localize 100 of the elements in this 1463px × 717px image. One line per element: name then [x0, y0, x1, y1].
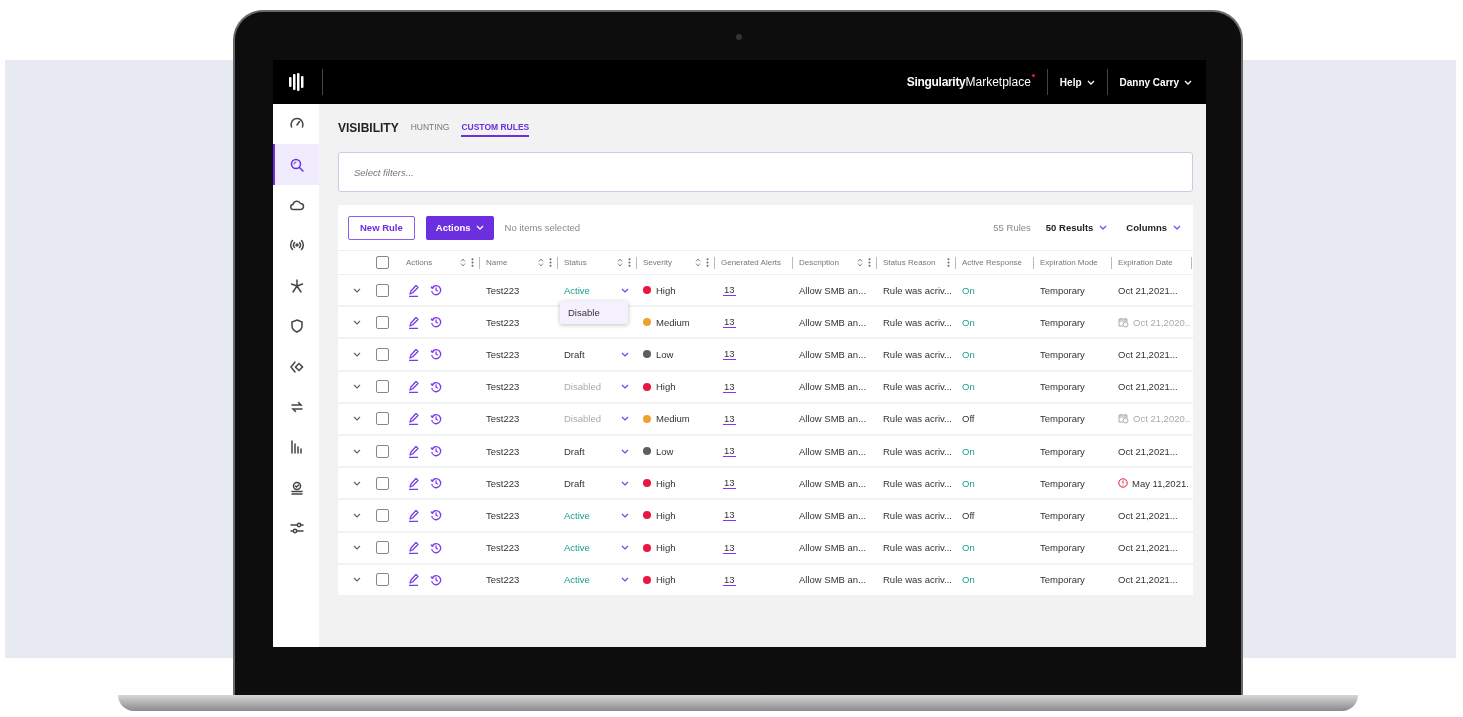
- expand-icon[interactable]: [353, 351, 361, 357]
- caret-icon[interactable]: [621, 512, 629, 518]
- caret-icon[interactable]: [621, 545, 629, 551]
- column-header[interactable]: Expiration Date: [1118, 258, 1173, 267]
- alerts-link[interactable]: 13: [723, 348, 736, 361]
- filter-field[interactable]: Select filters...: [338, 152, 1193, 192]
- table-cell: Allow SMB an...: [799, 542, 867, 554]
- history-icon[interactable]: [430, 573, 442, 586]
- alerts-link[interactable]: 13: [723, 477, 736, 490]
- expand-icon[interactable]: [353, 287, 361, 293]
- column-header[interactable]: Severity: [643, 258, 672, 267]
- history-icon[interactable]: [430, 348, 442, 361]
- history-icon[interactable]: [430, 541, 442, 554]
- row-checkbox[interactable]: [376, 476, 389, 490]
- pencil-icon[interactable]: [408, 347, 420, 361]
- caret-icon[interactable]: [621, 480, 629, 486]
- expand-icon[interactable]: [353, 480, 361, 486]
- expand-icon[interactable]: [353, 545, 361, 551]
- row-checkbox[interactable]: [376, 380, 389, 394]
- sort-icon[interactable]: [857, 258, 863, 267]
- alerts-link[interactable]: 13: [723, 445, 736, 458]
- new-rule-button[interactable]: New Rule: [348, 215, 415, 240]
- history-icon[interactable]: [430, 412, 442, 425]
- more-icon[interactable]: [947, 258, 950, 267]
- row-checkbox[interactable]: [376, 573, 389, 587]
- menu-button[interactable]: Danny Carry: [1113, 72, 1198, 92]
- expand-icon[interactable]: [353, 384, 361, 390]
- row-checkbox[interactable]: [376, 541, 389, 555]
- expand-icon[interactable]: [353, 577, 361, 583]
- alerts-link[interactable]: 13: [723, 284, 736, 297]
- alerts-link[interactable]: 13: [723, 412, 736, 425]
- tab[interactable]: CUSTOM RULES: [461, 119, 530, 137]
- more-icon[interactable]: [706, 258, 709, 267]
- history-icon[interactable]: [430, 509, 442, 522]
- row-checkbox[interactable]: [376, 412, 389, 426]
- caret-icon[interactable]: [621, 448, 629, 454]
- columns-dropdown[interactable]: Columns: [1122, 222, 1185, 233]
- severity-text: High: [656, 574, 676, 586]
- column-header[interactable]: Generated Alerts: [721, 258, 782, 267]
- expand-icon[interactable]: [353, 416, 361, 422]
- caret-icon[interactable]: [621, 351, 629, 357]
- row-checkbox[interactable]: [376, 444, 389, 458]
- history-icon[interactable]: [430, 284, 442, 297]
- sort-icon[interactable]: [460, 258, 466, 267]
- pencil-icon[interactable]: [408, 508, 420, 522]
- column-header[interactable]: Actions: [406, 258, 433, 267]
- sort-icon[interactable]: [695, 258, 701, 267]
- sort-icon[interactable]: [538, 258, 544, 267]
- column-header[interactable]: Status: [564, 258, 587, 267]
- pencil-icon[interactable]: [408, 380, 420, 394]
- pencil-icon[interactable]: [408, 476, 420, 490]
- caret-icon[interactable]: [621, 577, 629, 583]
- pencil-icon[interactable]: [408, 573, 420, 587]
- column-header[interactable]: Status Reason: [883, 258, 936, 267]
- alerts-link[interactable]: 13: [723, 541, 736, 554]
- column-header[interactable]: Description: [799, 258, 839, 267]
- select-all-checkbox[interactable]: [376, 256, 389, 269]
- menu-button[interactable]: Help: [1053, 72, 1101, 92]
- brand-suffix[interactable]: Marketplace: [965, 75, 1031, 89]
- more-icon[interactable]: [868, 258, 871, 267]
- pencil-icon[interactable]: [408, 444, 420, 458]
- history-icon[interactable]: [430, 477, 442, 490]
- alerts-link[interactable]: 13: [723, 380, 736, 393]
- more-icon[interactable]: [549, 258, 552, 267]
- warning-icon: [1118, 478, 1128, 489]
- expand-icon[interactable]: [353, 448, 361, 454]
- row-checkbox[interactable]: [376, 315, 389, 329]
- sidebar-item[interactable]: [273, 144, 319, 185]
- row-checkbox[interactable]: [376, 283, 389, 297]
- row-checkbox[interactable]: [376, 508, 389, 522]
- pencil-icon[interactable]: [408, 541, 420, 555]
- alerts-link[interactable]: 13: [723, 573, 736, 586]
- sort-icon[interactable]: [617, 258, 623, 267]
- results-dropdown[interactable]: 50 Results: [1041, 222, 1112, 233]
- pencil-icon[interactable]: [408, 412, 420, 426]
- alerts-link[interactable]: 13: [723, 316, 736, 329]
- column-header[interactable]: Name: [486, 258, 508, 267]
- history-icon[interactable]: [430, 380, 442, 393]
- caret-icon[interactable]: [621, 416, 629, 422]
- row-checkbox[interactable]: [376, 347, 389, 361]
- expand-icon[interactable]: [353, 512, 361, 518]
- alerts-link[interactable]: 13: [723, 509, 736, 522]
- tab[interactable]: HUNTING: [410, 119, 450, 137]
- more-icon[interactable]: [628, 258, 631, 267]
- pencil-icon[interactable]: [408, 283, 420, 297]
- caret-icon[interactable]: [621, 384, 629, 390]
- history-icon[interactable]: [430, 316, 442, 329]
- column-header[interactable]: Active Response: [962, 258, 1023, 267]
- pencil-icon[interactable]: [408, 315, 420, 329]
- brand-name[interactable]: Singularity: [906, 75, 966, 89]
- actions-button[interactable]: Actions: [425, 215, 494, 240]
- menu-item[interactable]: Disable: [560, 301, 628, 324]
- history-icon[interactable]: [430, 445, 442, 458]
- status-text: Draft: [564, 348, 585, 360]
- more-icon[interactable]: [471, 258, 474, 267]
- severity-text: Low: [656, 445, 674, 457]
- date-text: May 11,2021.: [1132, 477, 1189, 489]
- expand-icon[interactable]: [353, 319, 361, 325]
- column-header[interactable]: Expiration Mode: [1040, 258, 1098, 267]
- caret-icon[interactable]: [621, 287, 629, 293]
